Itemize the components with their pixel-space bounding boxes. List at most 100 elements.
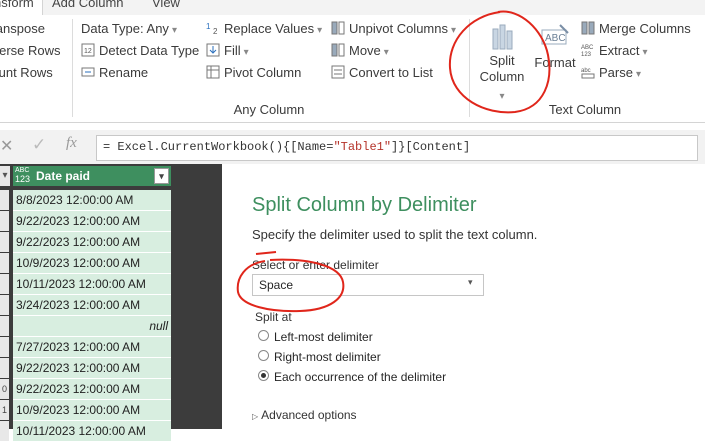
row-number[interactable]	[0, 211, 9, 231]
row-number[interactable]	[0, 421, 9, 441]
row-number[interactable]	[0, 274, 9, 294]
delimiter-label: Select or enter delimiter	[252, 258, 379, 272]
table-cell[interactable]: 10/9/2023 12:00:00 AM	[13, 400, 171, 421]
count-rows-button[interactable]: Count Rows	[0, 63, 53, 83]
chevron-right-icon: ▷	[252, 412, 259, 421]
transpose-button[interactable]: Transpose	[0, 19, 45, 39]
fx-icon[interactable]: fx	[66, 135, 77, 152]
convert-to-list-button[interactable]: Convert to List	[331, 63, 433, 83]
move-button[interactable]: Move ▾	[331, 41, 389, 61]
table-cell[interactable]: 10/11/2023 12:00:00 AM	[13, 421, 171, 442]
reverse-rows-button[interactable]: Reverse Rows	[0, 41, 61, 61]
formula-bar: ✕ ✓ fx = Excel.CurrentWorkbook(){[Name="…	[0, 130, 705, 165]
parse-icon: abc	[581, 65, 595, 79]
pivot-column-icon	[206, 65, 220, 79]
cell-value: 9/22/2023 12:00:00 AM	[16, 361, 141, 375]
option-each-occurrence[interactable]: Each occurrence of the delimiter	[258, 370, 446, 384]
dialog-title: Split Column by Delimiter	[252, 194, 477, 216]
ribbon-separator	[72, 19, 73, 117]
rename-icon	[81, 65, 95, 79]
option-right-most[interactable]: Right-most delimiter	[258, 350, 381, 364]
svg-text:ABC: ABC	[545, 33, 566, 44]
radio-right-most[interactable]	[258, 350, 269, 361]
cell-value: 8/8/2023 12:00:00 AM	[16, 193, 134, 207]
pivot-column-button[interactable]: Pivot Column	[206, 63, 301, 83]
tab-add-column[interactable]: Add Column	[52, 0, 124, 10]
table-cell[interactable]: 9/22/2023 12:00:00 AM	[13, 232, 171, 253]
svg-text:1: 1	[206, 22, 211, 31]
column-filter-dropdown-icon[interactable]: ▾	[154, 168, 169, 184]
type-any-icon[interactable]: ABC 123	[15, 167, 30, 184]
svg-text:12: 12	[84, 48, 92, 55]
row-number[interactable]	[0, 337, 9, 357]
table-cell[interactable]: 7/27/2023 12:00:00 AM	[13, 337, 171, 358]
format-button[interactable]: ABC Format	[532, 21, 578, 91]
row-number[interactable]	[0, 232, 9, 252]
delimiter-value: Space	[259, 278, 294, 292]
cell-value: 3/24/2023 12:00:00 AM	[16, 298, 141, 312]
svg-text:abc: abc	[581, 68, 591, 74]
delimiter-select[interactable]: Space ▾	[252, 274, 484, 296]
row-number[interactable]: 1	[0, 400, 9, 420]
split-column-icon	[476, 21, 528, 53]
row-number[interactable]	[0, 316, 9, 336]
split-column-button[interactable]: Split Column ▾	[476, 21, 528, 102]
replace-values-button[interactable]: 1 2 Replace Values ▾	[206, 19, 322, 39]
move-icon	[331, 43, 345, 57]
row-header-corner: ▾	[0, 166, 10, 186]
cell-value: 9/22/2023 12:00:00 AM	[16, 382, 141, 396]
row-number[interactable]	[0, 190, 9, 210]
table-cell[interactable]: 10/9/2023 12:00:00 AM	[13, 253, 171, 274]
detect-data-type-icon: 12	[81, 43, 95, 57]
svg-text:ABC: ABC	[581, 45, 594, 51]
radio-left-most[interactable]	[258, 330, 269, 341]
ribbon-separator	[469, 19, 470, 117]
table-cell[interactable]: 3/24/2023 12:00:00 AM	[13, 295, 171, 316]
chevron-down-icon[interactable]: ▾	[468, 277, 473, 288]
cell-value: 7/27/2023 12:00:00 AM	[16, 340, 141, 354]
table-cell[interactable]: 10/11/2023 12:00:00 AM	[13, 274, 171, 295]
row-number[interactable]	[0, 358, 9, 378]
detect-data-type-button[interactable]: 12 Detect Data Type	[81, 41, 199, 61]
fill-button[interactable]: Fill ▾	[206, 41, 249, 61]
ribbon-tab-bar: Transform Add Column View	[0, 0, 705, 16]
column-header-label: Date paid	[36, 169, 91, 183]
rename-button[interactable]: Rename	[81, 63, 148, 83]
tab-transform[interactable]: Transform	[0, 0, 43, 15]
column-header-date-paid[interactable]: ABC 123 Date paid ▾	[13, 166, 171, 186]
data-type-dropdown[interactable]: Data Type: Any ▾	[81, 19, 177, 39]
confirm-formula-icon[interactable]: ✓	[32, 135, 46, 155]
cell-value: 10/11/2023 12:00:00 AM	[16, 424, 146, 438]
unpivot-columns-button[interactable]: Unpivot Columns ▾	[331, 19, 456, 39]
row-number[interactable]: 0	[0, 379, 9, 399]
row-number[interactable]	[0, 253, 9, 273]
cell-value: 9/22/2023 12:00:00 AM	[16, 235, 141, 249]
any-column-group-label: Any Column	[233, 102, 305, 117]
extract-button[interactable]: ABC 123 Extract ▾	[581, 41, 648, 61]
table-cell[interactable]: 9/22/2023 12:00:00 AM	[13, 379, 171, 400]
row-number[interactable]	[0, 295, 9, 315]
cell-value: 9/22/2023 12:00:00 AM	[16, 214, 141, 228]
merge-columns-button[interactable]: Merge Columns	[581, 19, 691, 39]
radio-each-occurrence[interactable]	[258, 370, 269, 381]
cancel-formula-icon[interactable]: ✕	[0, 136, 13, 156]
extract-icon: ABC 123	[581, 43, 595, 58]
table-cell[interactable]: 9/22/2023 12:00:00 AM	[13, 358, 171, 379]
option-left-most[interactable]: Left-most delimiter	[258, 330, 373, 344]
advanced-options-toggle[interactable]: ▷ Advanced options	[252, 408, 357, 422]
format-icon: ABC	[532, 21, 578, 53]
cell-value: null	[149, 319, 168, 333]
cell-value: 10/11/2023 12:00:00 AM	[16, 277, 146, 291]
tab-view[interactable]: View	[152, 0, 180, 10]
table-cell[interactable]: 8/8/2023 12:00:00 AM	[13, 190, 171, 211]
svg-text:2: 2	[213, 27, 218, 35]
parse-button[interactable]: abc Parse ▾	[581, 63, 641, 83]
formula-input[interactable]: = Excel.CurrentWorkbook(){[Name="Table1"…	[96, 135, 698, 161]
table-cell[interactable]: null	[13, 316, 171, 337]
text-column-group-label: Text Column	[548, 102, 622, 117]
cell-value: 10/9/2023 12:00:00 AM	[16, 403, 141, 417]
table-cell[interactable]: 9/22/2023 12:00:00 AM	[13, 211, 171, 232]
svg-text:123: 123	[581, 52, 592, 57]
cell-value: 10/9/2023 12:00:00 AM	[16, 256, 141, 270]
unpivot-columns-icon	[331, 21, 345, 35]
